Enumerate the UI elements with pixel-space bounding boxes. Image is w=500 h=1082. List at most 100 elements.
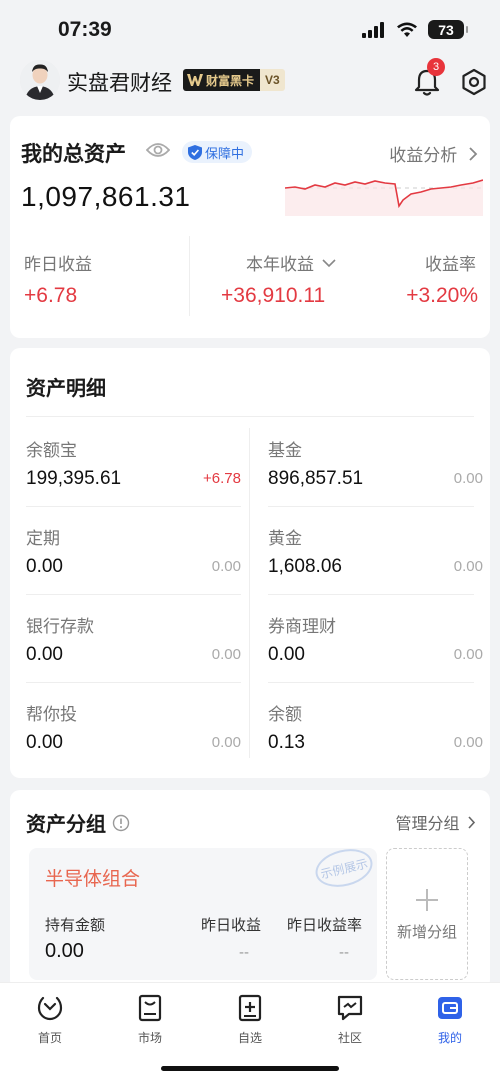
row-separator: [268, 594, 474, 595]
asset-change: 0.00: [453, 558, 483, 575]
asset-change: 0.00: [211, 646, 241, 663]
sample-stamp: 示例展示: [311, 848, 377, 893]
year-income-value: +36,910.11: [221, 284, 326, 307]
asset-name: 基金: [268, 441, 302, 460]
asset-item-help-invest[interactable]: 帮你投 0.00 0.00: [26, 700, 241, 788]
asset-change: 0.00: [453, 734, 483, 751]
vip-label: 财富黑卡: [183, 69, 261, 91]
asset-name: 银行存款: [26, 617, 94, 636]
asset-groups-heading: 资产分组: [26, 808, 130, 837]
asset-value: 0.00: [26, 556, 63, 577]
asset-name: 帮你投: [26, 705, 77, 724]
tab-label: 首页: [37, 1031, 62, 1045]
settings-button[interactable]: [460, 68, 488, 101]
chevron-right-icon: [469, 147, 478, 161]
signal-icon: [362, 21, 384, 38]
vip-level: V3: [260, 69, 285, 91]
total-assets-card: 我的总资产 保障中 收益分析 1,097,861.31 昨日收益 +6.78 本…: [10, 116, 490, 338]
tab-home[interactable]: 首页: [20, 993, 80, 1046]
asset-change: 0.00: [211, 734, 241, 751]
asset-value: 0.00: [26, 732, 63, 753]
asset-change: 0.00: [211, 558, 241, 575]
asset-column-divider: [249, 428, 250, 758]
asset-value: 1,608.06: [268, 556, 342, 577]
asset-groups-title: 资产分组: [26, 814, 106, 836]
asset-change: 0.00: [453, 470, 483, 487]
asset-detail-card: 资产明细 余额宝 199,395.61 +6.78 基金 896,857.51 …: [10, 348, 490, 778]
income-analysis-label: 收益分析: [389, 146, 458, 165]
asset-name: 余额宝: [26, 441, 77, 460]
asset-value: 0.00: [26, 644, 63, 665]
vip-badge[interactable]: 财富黑卡 V3: [183, 69, 285, 91]
community-icon: [337, 995, 363, 1021]
year-income-selector[interactable]: 本年收益: [246, 250, 336, 275]
settings-icon: [462, 68, 486, 96]
asset-name: 定期: [26, 529, 60, 548]
yesterday-income-value: +6.78: [24, 284, 78, 307]
tab-watchlist[interactable]: 自选: [220, 993, 280, 1046]
total-assets-value: 1,097,861.31: [21, 181, 191, 212]
row-separator: [26, 506, 241, 507]
tab-label: 我的: [437, 1031, 462, 1045]
home-icon: [37, 996, 63, 1021]
asset-name: 余额: [268, 705, 302, 724]
asset-detail-divider: [26, 416, 474, 417]
asset-name: 黄金: [268, 529, 302, 548]
battery-indicator: 73: [428, 20, 468, 39]
group-yesterday-rate-label: 昨日收益率: [287, 917, 363, 934]
chevron-right-icon: [468, 816, 476, 829]
asset-item-fund[interactable]: 基金 896,857.51 0.00: [268, 436, 483, 524]
group-yesterday-rate-value: --: [339, 944, 349, 961]
row-separator: [26, 594, 241, 595]
status-bar: 07:39 73: [0, 0, 500, 56]
return-rate-value: +3.20%: [406, 284, 478, 307]
row-separator: [26, 682, 241, 683]
asset-trend-sparkline[interactable]: [285, 172, 483, 216]
group-holding-value: 0.00: [45, 940, 84, 962]
asset-item-broker-wealth[interactable]: 券商理财 0.00 0.00: [268, 612, 483, 700]
protection-label: 保障中: [205, 145, 245, 161]
shield-check-icon: [188, 144, 202, 160]
wealth-logo-icon: [187, 74, 203, 86]
row-separator: [268, 682, 474, 683]
info-icon[interactable]: [112, 814, 130, 832]
income-analysis-link[interactable]: 收益分析: [389, 141, 478, 166]
tab-market[interactable]: 市场: [120, 993, 180, 1046]
wifi-icon: [397, 22, 417, 37]
asset-item-bank-deposit[interactable]: 银行存款 0.00 0.00: [26, 612, 241, 700]
asset-item-fixed-term[interactable]: 定期 0.00 0.00: [26, 524, 241, 612]
asset-item-gold[interactable]: 黄金 1,608.06 0.00: [268, 524, 483, 612]
user-name[interactable]: 实盘君财经: [67, 67, 172, 97]
asset-item-yuebao[interactable]: 余额宝 199,395.61 +6.78: [26, 436, 241, 524]
tab-label: 自选: [237, 1031, 262, 1045]
chevron-down-icon: [322, 258, 336, 267]
return-rate-label: 收益率: [425, 255, 476, 274]
status-icons: 73: [362, 20, 468, 39]
watchlist-icon: [238, 994, 262, 1022]
year-income-label: 本年收益: [246, 255, 314, 274]
group-card-semiconductor[interactable]: 半导体组合 示例展示 持有金额 昨日收益 昨日收益率 0.00 -- --: [29, 848, 377, 980]
manage-groups-link[interactable]: 管理分组: [396, 810, 476, 834]
wallet-icon: [438, 997, 462, 1019]
avatar[interactable]: [20, 60, 60, 100]
tab-label: 社区: [337, 1031, 362, 1045]
tab-mine[interactable]: 我的: [420, 993, 480, 1046]
asset-name: 券商理财: [268, 617, 336, 636]
asset-detail-title: 资产明细: [26, 378, 106, 400]
asset-value: 0.00: [268, 644, 305, 665]
tab-label: 市场: [137, 1031, 162, 1045]
asset-item-balance[interactable]: 余额 0.13 0.00: [268, 700, 483, 788]
asset-change: 0.00: [453, 646, 483, 663]
protection-badge[interactable]: 保障中: [182, 141, 253, 163]
eye-icon[interactable]: [146, 141, 170, 159]
manage-groups-label: 管理分组: [395, 816, 460, 833]
add-group-button[interactable]: 新增分组: [386, 848, 468, 980]
home-indicator: [161, 1066, 339, 1071]
vip-label-text: 财富黑卡: [206, 73, 255, 88]
asset-groups-card: 资产分组 管理分组 半导体组合 示例展示 持有金额 昨日收益 昨日收益率 0.0…: [10, 790, 490, 990]
status-time: 07:39: [58, 18, 112, 41]
total-assets-title: 我的总资产: [21, 143, 126, 166]
asset-value: 199,395.61: [26, 468, 122, 489]
asset-change: +6.78: [203, 470, 241, 487]
tab-community[interactable]: 社区: [320, 993, 380, 1046]
